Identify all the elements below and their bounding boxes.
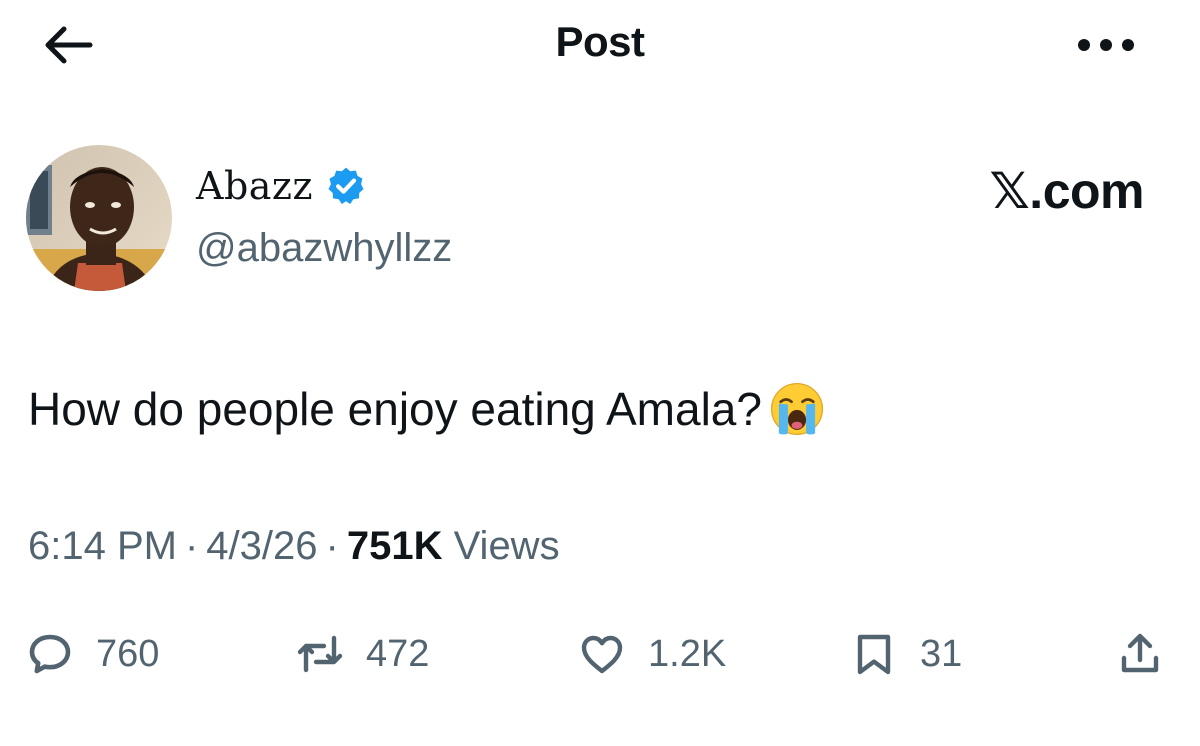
repost-count: 472 xyxy=(366,632,430,675)
meta-separator: · xyxy=(184,524,199,568)
display-name[interactable]: Abazz xyxy=(196,164,313,208)
like-count: 1.2K xyxy=(648,632,727,675)
share-icon xyxy=(1121,633,1159,673)
reply-button[interactable]: 760 xyxy=(26,622,159,686)
brand-watermark: 𝕏.com xyxy=(989,163,1145,219)
bookmark-count: 31 xyxy=(920,632,963,675)
heart-icon xyxy=(581,635,623,674)
share-button[interactable] xyxy=(1116,622,1164,686)
user-handle[interactable]: @abazwhyllzz xyxy=(196,226,452,271)
more-horizontal-icon xyxy=(1078,39,1134,51)
repost-icon xyxy=(297,635,343,673)
post-time: 6:14 PM xyxy=(28,524,177,568)
bookmark-button[interactable]: 31 xyxy=(850,622,962,686)
post-text: How do people enjoy eating Amala? xyxy=(28,380,826,438)
page-title: Post xyxy=(555,18,645,65)
reply-count: 760 xyxy=(96,632,160,675)
display-name-row: Abazz xyxy=(196,164,367,208)
bookmark-icon xyxy=(857,634,891,675)
more-options-button[interactable] xyxy=(1070,24,1142,66)
avatar-image xyxy=(26,145,172,291)
action-bar: 760 472 1.2K 31 xyxy=(0,622,1200,692)
loudly-crying-face-emoji xyxy=(770,382,824,436)
repost-button[interactable]: 472 xyxy=(296,622,429,686)
verified-badge-icon xyxy=(328,167,364,205)
post-date: 4/3/26 xyxy=(206,524,318,568)
views-label: Views xyxy=(453,524,560,568)
views-count[interactable]: 751K xyxy=(347,524,443,568)
like-button[interactable]: 1.2K xyxy=(578,622,726,686)
post-author: Abazz @abazwhyllzz 𝕏.com xyxy=(0,140,1200,300)
avatar[interactable] xyxy=(26,145,172,291)
reply-icon xyxy=(29,634,71,674)
top-bar: Post xyxy=(0,0,1200,96)
post-meta: 6:14 PM · 4/3/26 · 751K Views xyxy=(28,524,560,569)
post-text-content: How do people enjoy eating Amala? xyxy=(28,383,762,435)
meta-separator: · xyxy=(325,524,339,568)
